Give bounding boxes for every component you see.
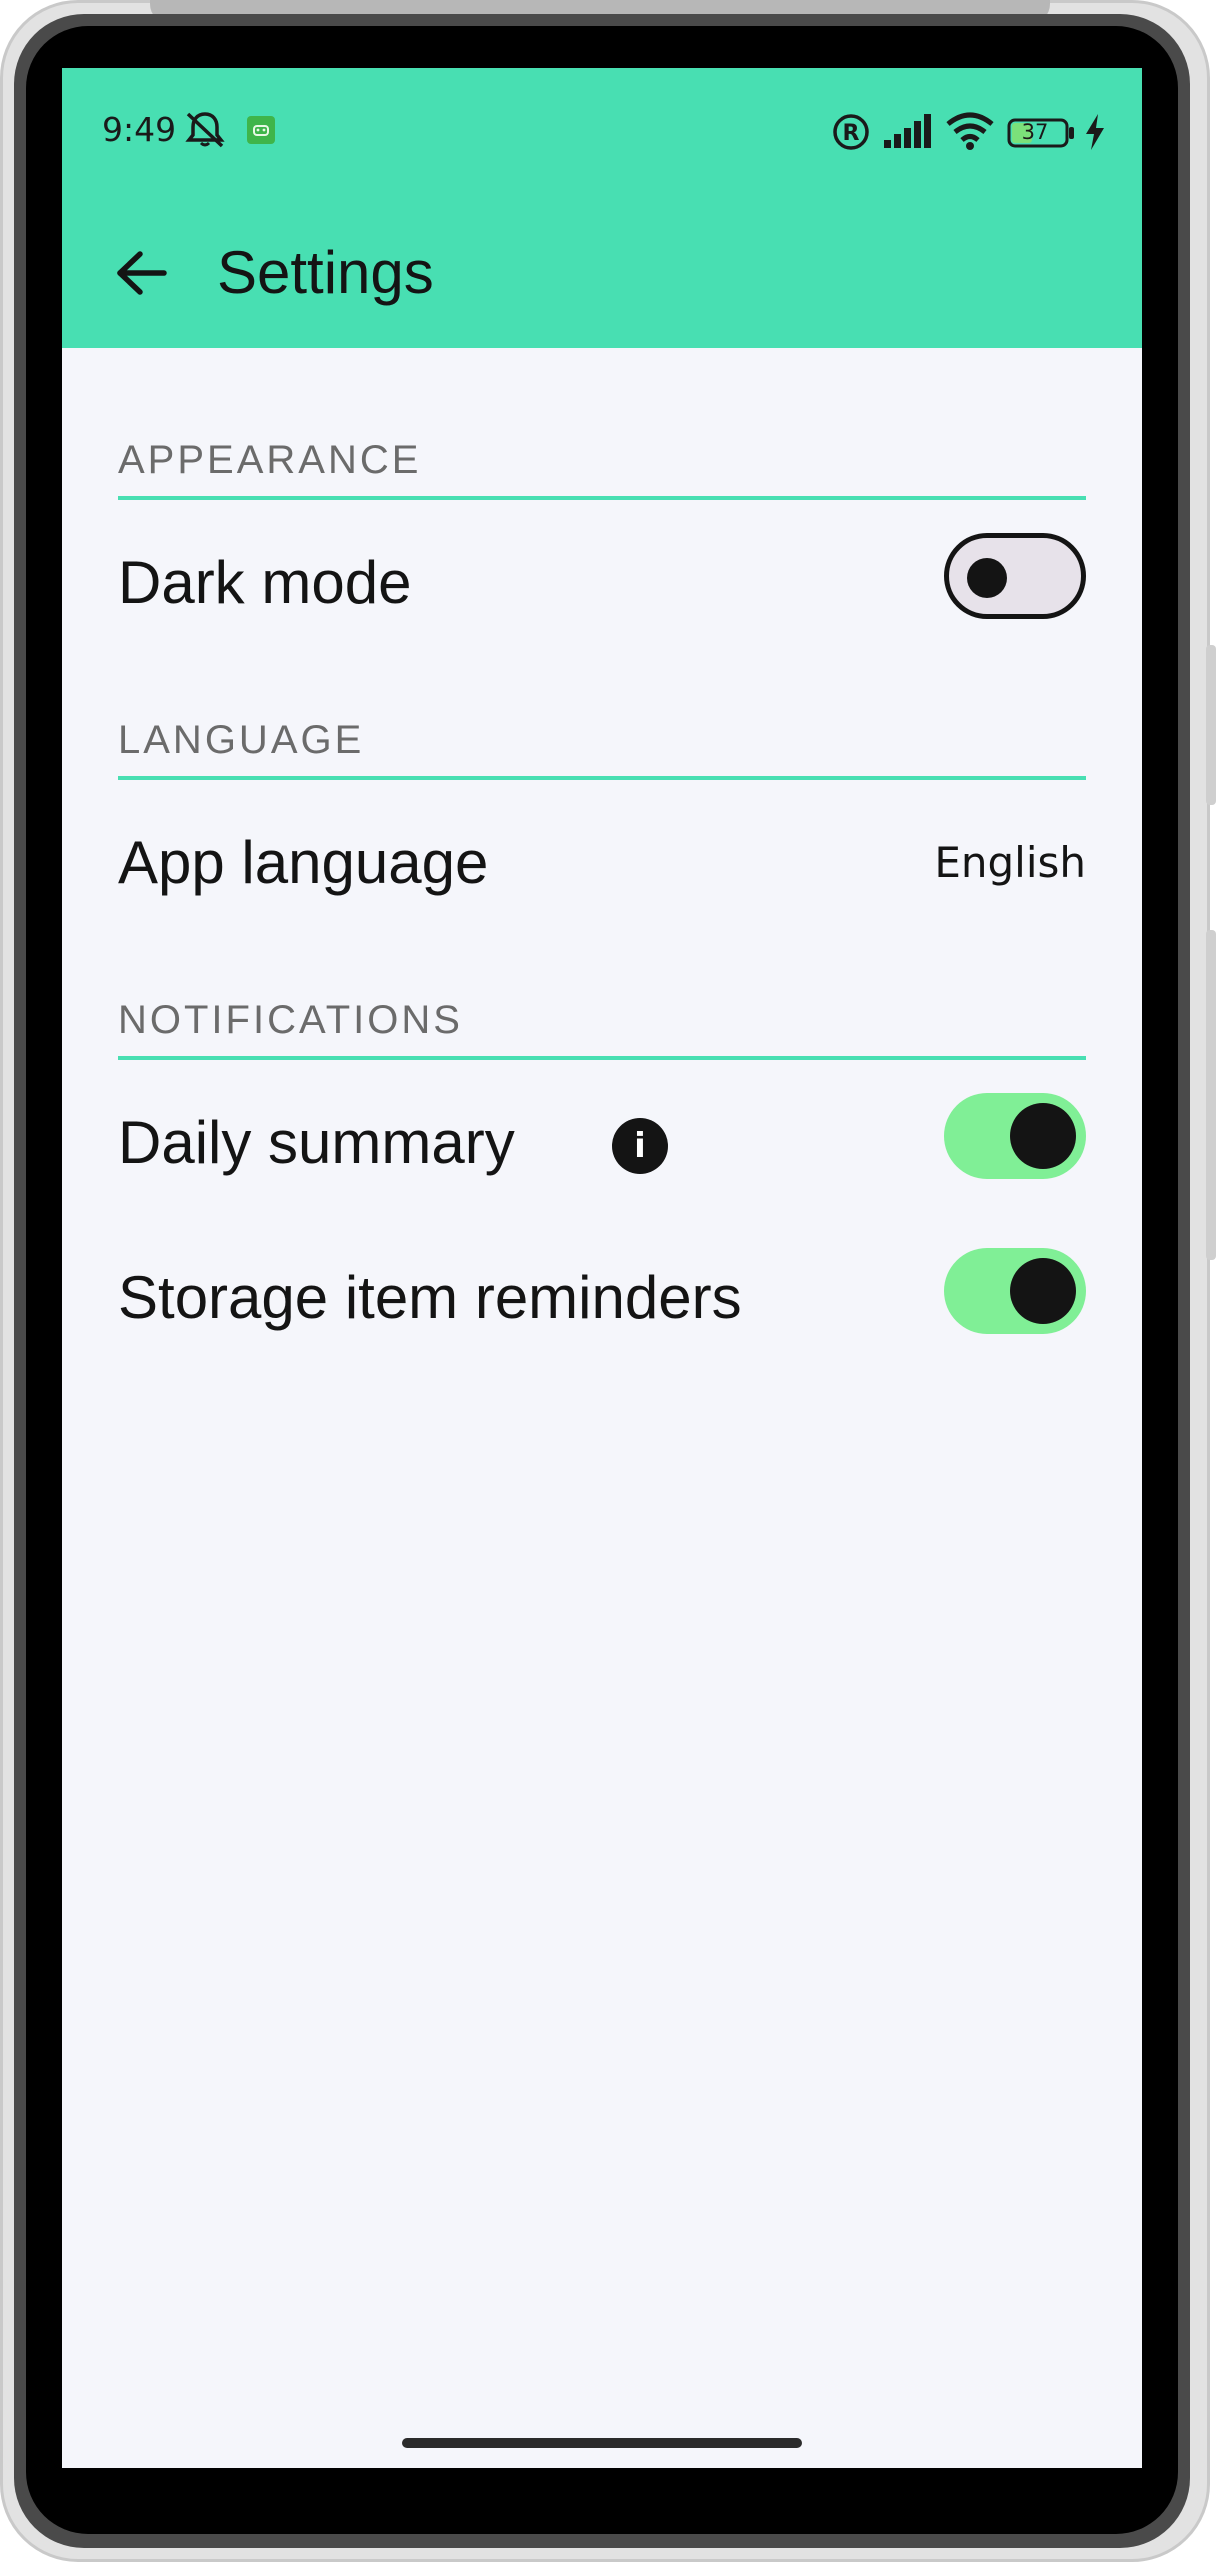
setting-row-dark-mode[interactable]: Dark mode: [118, 513, 1086, 643]
page-title: Settings: [217, 239, 434, 306]
battery-level: 37: [1021, 120, 1049, 144]
back-button[interactable]: [102, 233, 182, 313]
app-bar: Settings: [62, 198, 1142, 348]
charging-icon: [1086, 114, 1104, 150]
section-header-language: LANGUAGE: [118, 698, 1086, 780]
app-language-value: English: [934, 838, 1086, 887]
section-title-language: LANGUAGE: [118, 718, 365, 762]
daily-summary-toggle[interactable]: [944, 1093, 1086, 1179]
svg-text:R: R: [843, 121, 860, 146]
bell-off-icon: [185, 112, 225, 148]
volume-button: [1206, 645, 1216, 805]
app-language-label: App language: [118, 829, 489, 896]
power-button: [1206, 930, 1216, 1260]
section-title-notifications: NOTIFICATIONS: [118, 998, 463, 1042]
toggle-thumb: [1010, 1258, 1076, 1324]
setting-row-daily-summary[interactable]: Daily summary i: [118, 1073, 1086, 1203]
status-time: 9:49: [102, 110, 177, 149]
setting-row-app-language[interactable]: App language English: [118, 793, 1086, 923]
home-indicator[interactable]: [402, 2438, 802, 2448]
section-title-appearance: APPEARANCE: [118, 438, 422, 482]
setting-row-storage-reminders[interactable]: Storage item reminders: [118, 1228, 1086, 1358]
toggle-thumb: [1010, 1103, 1076, 1169]
info-icon[interactable]: i: [612, 1118, 668, 1174]
wifi-icon: [946, 112, 994, 150]
storage-reminders-label: Storage item reminders: [118, 1264, 742, 1331]
dark-mode-label: Dark mode: [118, 549, 412, 616]
storage-reminders-toggle[interactable]: [944, 1248, 1086, 1334]
section-header-notifications: NOTIFICATIONS: [118, 978, 1086, 1060]
toggle-thumb: [967, 558, 1007, 598]
daily-summary-label: Daily summary: [118, 1109, 515, 1176]
status-bar: 9:49 R 37: [62, 68, 1142, 198]
arrow-left-icon: [117, 251, 167, 295]
android-notification-icon: [247, 116, 275, 144]
signal-icon: [884, 114, 931, 148]
registered-icon: R: [833, 114, 869, 150]
battery-icon: 37: [1007, 118, 1077, 148]
app-screen: 9:49 R 37 Settings APPEARANCE Dark mode …: [62, 68, 1142, 2468]
section-header-appearance: APPEARANCE: [118, 418, 1086, 500]
dark-mode-toggle[interactable]: [944, 533, 1086, 619]
